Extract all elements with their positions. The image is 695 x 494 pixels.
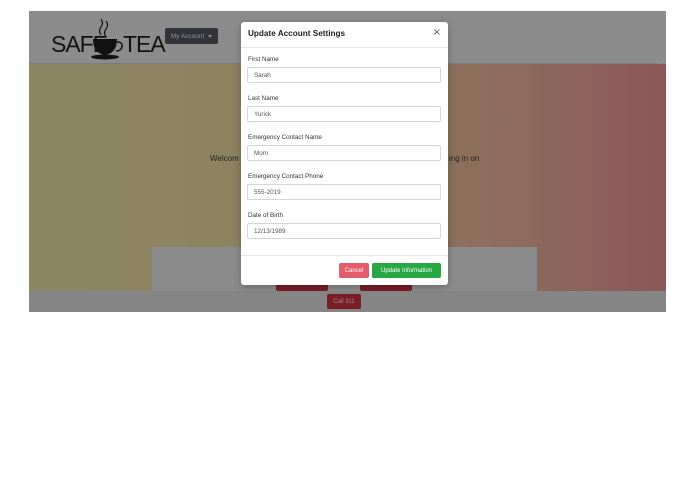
modal-header: Update Account Settings × <box>241 22 448 48</box>
date-of-birth-label: Date of Birth <box>248 212 283 219</box>
first-name-input[interactable] <box>247 67 441 83</box>
cancel-button[interactable]: Cancel <box>339 263 369 278</box>
modal-footer: Cancel Update Information <box>241 255 448 285</box>
emergency-contact-name-input[interactable] <box>247 145 441 161</box>
modal-title: Update Account Settings <box>248 29 346 38</box>
last-name-label: Last Name <box>248 95 279 102</box>
last-name-input[interactable] <box>247 106 441 122</box>
emergency-contact-name-label: Emergency Contact Name <box>248 134 322 141</box>
emergency-contact-phone-label: Emergency Contact Phone <box>248 173 324 180</box>
close-button[interactable]: × <box>433 28 441 38</box>
first-name-label: First Name <box>248 56 279 63</box>
emergency-contact-phone-input[interactable] <box>247 184 441 200</box>
date-of-birth-input[interactable] <box>247 223 441 239</box>
update-account-settings-modal: Update Account Settings × First Name Las… <box>241 22 448 285</box>
update-information-button[interactable]: Update Information <box>372 263 441 278</box>
